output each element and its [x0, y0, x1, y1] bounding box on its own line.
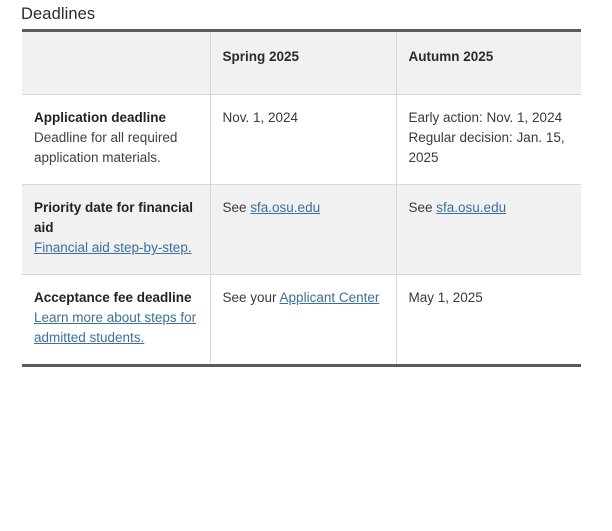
row-label-title: Acceptance fee deadline: [34, 290, 192, 305]
row-label-title: Priority date for financial aid: [34, 200, 194, 235]
row-label-cell: Application deadline Deadline for all re…: [22, 94, 211, 185]
autumn-value-early-action: Early action: Nov. 1, 2024: [408, 110, 563, 125]
column-header-label: [22, 30, 211, 95]
column-header-spring: Spring 2025: [210, 30, 397, 95]
page-title: Deadlines: [21, 5, 96, 23]
sfa-osu-edu-link-spring[interactable]: sfa.osu.edu: [250, 200, 320, 215]
row-label-title: Application deadline: [34, 110, 167, 125]
deadlines-table-wrapper: Spring 2025 Autumn 2025 Application dead…: [22, 29, 581, 367]
row-autumn-cell: See sfa.osu.edu: [396, 184, 581, 275]
deadlines-page: Deadlines Spring 2025 Autumn 2025 Applic…: [0, 0, 612, 531]
row-spring-cell: See your Applicant Center: [210, 274, 397, 366]
table-header-row: Spring 2025 Autumn 2025: [22, 30, 581, 95]
spring-value: Nov. 1, 2024: [222, 110, 299, 125]
row-spring-cell: Nov. 1, 2024: [210, 94, 397, 185]
table-row: Acceptance fee deadline Learn more about…: [22, 274, 581, 366]
row-spring-cell: See sfa.osu.edu: [210, 184, 397, 275]
row-autumn-cell: Early action: Nov. 1, 2024 Regular decis…: [396, 94, 581, 185]
admitted-students-steps-link[interactable]: Learn more about steps for admitted stud…: [34, 310, 196, 345]
column-header-autumn: Autumn 2025: [408, 49, 494, 64]
deadlines-table: Spring 2025 Autumn 2025 Application dead…: [22, 29, 581, 367]
table-row: Priority date for financial aid Financia…: [22, 184, 581, 275]
autumn-value-prefix: See: [408, 200, 437, 215]
row-label-cell: Acceptance fee deadline Learn more about…: [22, 274, 211, 366]
spring-value-prefix: See your: [222, 290, 280, 305]
table-body: Application deadline Deadline for all re…: [22, 94, 581, 366]
row-label-description: Deadline for all required application ma…: [34, 130, 178, 165]
spring-value-prefix: See: [222, 200, 251, 215]
table-head: Spring 2025 Autumn 2025: [22, 30, 581, 95]
sfa-osu-edu-link-autumn[interactable]: sfa.osu.edu: [436, 200, 506, 215]
table-row: Application deadline Deadline for all re…: [22, 94, 581, 185]
row-label-cell: Priority date for financial aid Financia…: [22, 184, 211, 275]
financial-aid-step-by-step-link[interactable]: Financial aid step-by-step.: [34, 240, 192, 255]
autumn-value-regular-decision: Regular decision: Jan. 15, 2025: [408, 130, 565, 165]
row-autumn-cell: May 1, 2025: [396, 274, 581, 366]
applicant-center-link[interactable]: Applicant Center: [280, 290, 380, 305]
autumn-value: May 1, 2025: [408, 290, 483, 305]
